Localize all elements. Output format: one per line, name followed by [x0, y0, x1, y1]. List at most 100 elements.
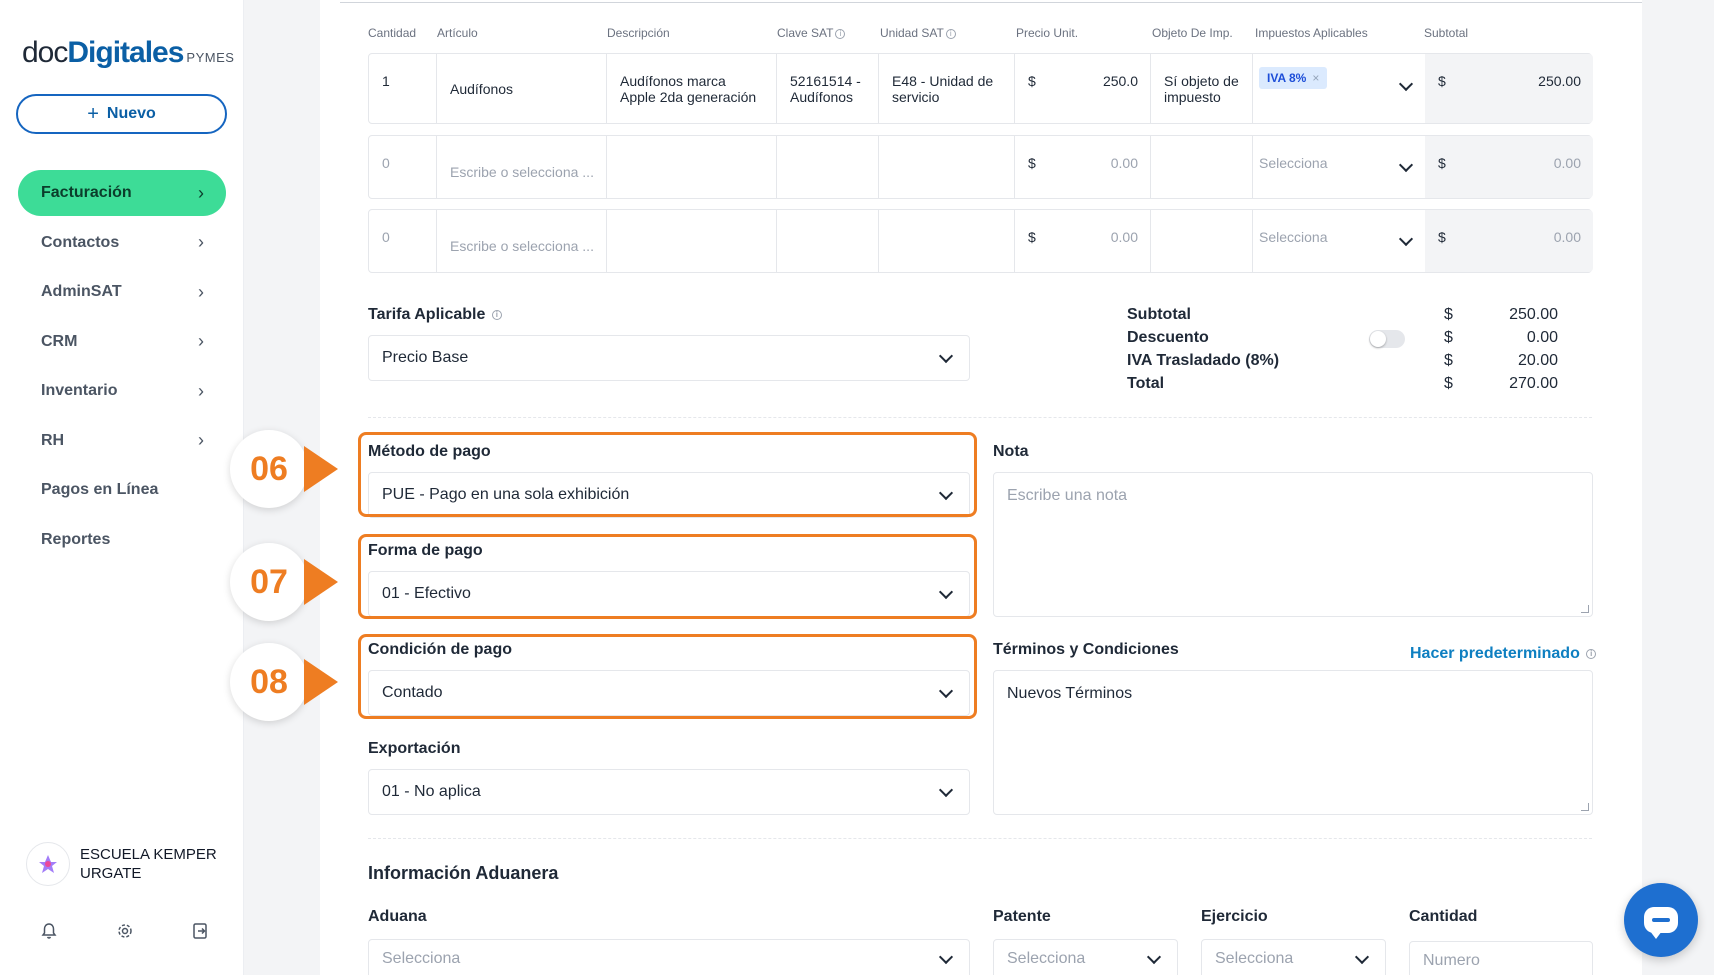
- header-objeto-imp: Objeto De Imp.: [1152, 26, 1233, 40]
- chevron-down-icon: [938, 348, 954, 364]
- header-subtotal: Subtotal: [1424, 26, 1469, 40]
- cell-unidad-sat[interactable]: [879, 136, 1015, 198]
- logo-digitales-text: Digitales: [67, 36, 184, 69]
- precio-value: 0.00: [1110, 155, 1138, 171]
- sidebar-item-label: Inventario: [41, 382, 118, 399]
- gear-icon[interactable]: [116, 922, 134, 940]
- section-divider: [368, 838, 1592, 839]
- logout-icon[interactable]: [192, 922, 210, 940]
- info-icon[interactable]: i: [945, 28, 956, 39]
- sidebar-item-rh[interactable]: RH ›: [18, 418, 226, 464]
- impuesto-placeholder: Selecciona: [1259, 155, 1328, 171]
- info-icon[interactable]: i: [835, 28, 846, 39]
- resize-handle-icon[interactable]: [1581, 605, 1589, 613]
- cell-precio[interactable]: $ 0.00: [1015, 210, 1151, 272]
- sidebar-item-pagos-en-linea[interactable]: Pagos en Línea: [18, 467, 226, 513]
- org-logo-icon: [39, 855, 57, 873]
- cantidad-value: 0: [382, 155, 390, 171]
- aduana-label: Aduana: [368, 908, 427, 925]
- cell-precio[interactable]: $ 250.0: [1015, 54, 1151, 123]
- chevron-down-icon[interactable]: [1398, 157, 1414, 173]
- clave-line1: 52161514 -: [790, 73, 861, 89]
- ejercicio-label: Ejercicio: [1201, 908, 1268, 925]
- sidebar-item-facturacion[interactable]: Facturación ›: [18, 170, 226, 216]
- bell-icon[interactable]: [40, 922, 58, 940]
- chat-support-button[interactable]: [1624, 883, 1698, 957]
- logo-pymes-text: PYMES: [186, 50, 235, 65]
- sidebar-item-label: Pagos en Línea: [41, 481, 159, 498]
- cell-precio[interactable]: $ 0.00: [1015, 136, 1151, 198]
- header-unidad-sat-text: Unidad SAT: [880, 26, 944, 40]
- cell-impuestos[interactable]: IVA 8% ×: [1253, 54, 1425, 123]
- ejercicio-select[interactable]: Selecciona: [1201, 939, 1386, 975]
- currency-symbol: $: [1438, 155, 1446, 171]
- tarifa-value: Precio Base: [382, 349, 469, 366]
- terminos-value: Nuevos Términos: [1007, 685, 1133, 702]
- cell-articulo[interactable]: Audífonos: [437, 54, 607, 123]
- cell-objeto-imp[interactable]: [1151, 210, 1253, 272]
- cell-objeto-imp[interactable]: Sí objeto de impuesto: [1151, 54, 1253, 123]
- sidebar-item-label: Facturación: [41, 184, 132, 201]
- cell-descripcion[interactable]: [607, 210, 777, 272]
- exportacion-value: 01 - No aplica: [382, 783, 481, 800]
- cell-cantidad[interactable]: 1: [369, 54, 437, 123]
- tarifa-label: Tarifa Aplicable i: [368, 306, 502, 324]
- sidebar-item-adminsat[interactable]: AdminSAT ›: [18, 269, 226, 315]
- subtotal-label: Subtotal: [1127, 306, 1191, 323]
- tarifa-label-text: Tarifa Aplicable: [368, 306, 486, 323]
- organization-name-line1: ESCUELA KEMPER: [80, 846, 217, 863]
- sidebar-item-contactos[interactable]: Contactos ›: [18, 220, 226, 266]
- info-icon[interactable]: i: [1586, 648, 1597, 659]
- toggle-knob: [1370, 331, 1386, 347]
- new-button[interactable]: + Nuevo: [16, 94, 227, 134]
- chevron-down-icon[interactable]: [1398, 231, 1414, 247]
- remove-chip-icon[interactable]: ×: [1312, 71, 1319, 85]
- cell-unidad-sat[interactable]: [879, 210, 1015, 272]
- cell-cantidad[interactable]: 0: [369, 210, 437, 272]
- chevron-down-icon[interactable]: [1398, 76, 1414, 92]
- cell-impuestos[interactable]: Selecciona: [1253, 210, 1425, 272]
- cantidad-input[interactable]: Numero: [1409, 941, 1593, 975]
- plus-icon: +: [87, 102, 99, 125]
- tarifa-select[interactable]: Precio Base: [368, 335, 970, 381]
- chevron-down-icon: [1146, 949, 1162, 965]
- app-logo[interactable]: docDigitales PYMES: [22, 36, 234, 70]
- organization-switcher[interactable]: ESCUELA KEMPER URGATE: [26, 842, 217, 886]
- nota-textarea[interactable]: Escribe una nota: [993, 472, 1593, 617]
- cell-objeto-imp[interactable]: [1151, 136, 1253, 198]
- patente-select[interactable]: Selecciona: [993, 939, 1178, 975]
- cell-clave-sat[interactable]: [777, 210, 879, 272]
- cantidad-placeholder: Numero: [1423, 952, 1480, 969]
- cell-clave-sat[interactable]: [777, 136, 879, 198]
- cell-clave-sat[interactable]: 52161514 - Audífonos: [777, 54, 879, 123]
- cell-descripcion[interactable]: [607, 136, 777, 198]
- aduana-select[interactable]: Selecciona: [368, 939, 970, 975]
- cell-unidad-sat[interactable]: E48 - Unidad de servicio: [879, 54, 1015, 123]
- sidebar-nav: Facturación › Contactos › AdminSAT › CRM…: [18, 170, 226, 566]
- sidebar-item-inventario[interactable]: Inventario ›: [18, 368, 226, 414]
- cell-cantidad[interactable]: 0: [369, 136, 437, 198]
- make-default-link[interactable]: Hacer predeterminado i: [1410, 645, 1597, 663]
- cell-articulo[interactable]: Escribe o selecciona ...: [437, 210, 607, 272]
- tax-chip-label: IVA 8%: [1267, 71, 1307, 85]
- terminos-textarea[interactable]: Nuevos Términos: [993, 670, 1593, 815]
- cell-impuestos[interactable]: Selecciona: [1253, 136, 1425, 198]
- currency-symbol: $: [1028, 73, 1036, 89]
- terminos-label: Términos y Condiciones: [993, 641, 1179, 658]
- sidebar-item-reportes[interactable]: Reportes: [18, 517, 226, 563]
- chevron-right-icon: ›: [198, 430, 204, 450]
- cell-articulo[interactable]: Escribe o selecciona ...: [437, 136, 607, 198]
- info-icon[interactable]: i: [491, 309, 502, 320]
- total-value: 270.00: [1509, 375, 1558, 392]
- tax-chip[interactable]: IVA 8% ×: [1259, 67, 1328, 89]
- resize-handle-icon[interactable]: [1581, 803, 1589, 811]
- sidebar-item-crm[interactable]: CRM ›: [18, 319, 226, 365]
- exportacion-select[interactable]: 01 - No aplica: [368, 769, 970, 815]
- cell-descripcion[interactable]: Audífonos marca Apple 2da generación: [607, 54, 777, 123]
- header-precio-unit: Precio Unit.: [1016, 26, 1079, 40]
- articulo-placeholder: Escribe o selecciona ...: [450, 238, 594, 254]
- descuento-toggle[interactable]: [1369, 330, 1405, 348]
- patente-placeholder: Selecciona: [1007, 950, 1086, 967]
- step-badge-08: 08: [230, 643, 308, 721]
- table-row: 1 Audífonos Audífonos marca Apple 2da ge…: [368, 53, 1593, 124]
